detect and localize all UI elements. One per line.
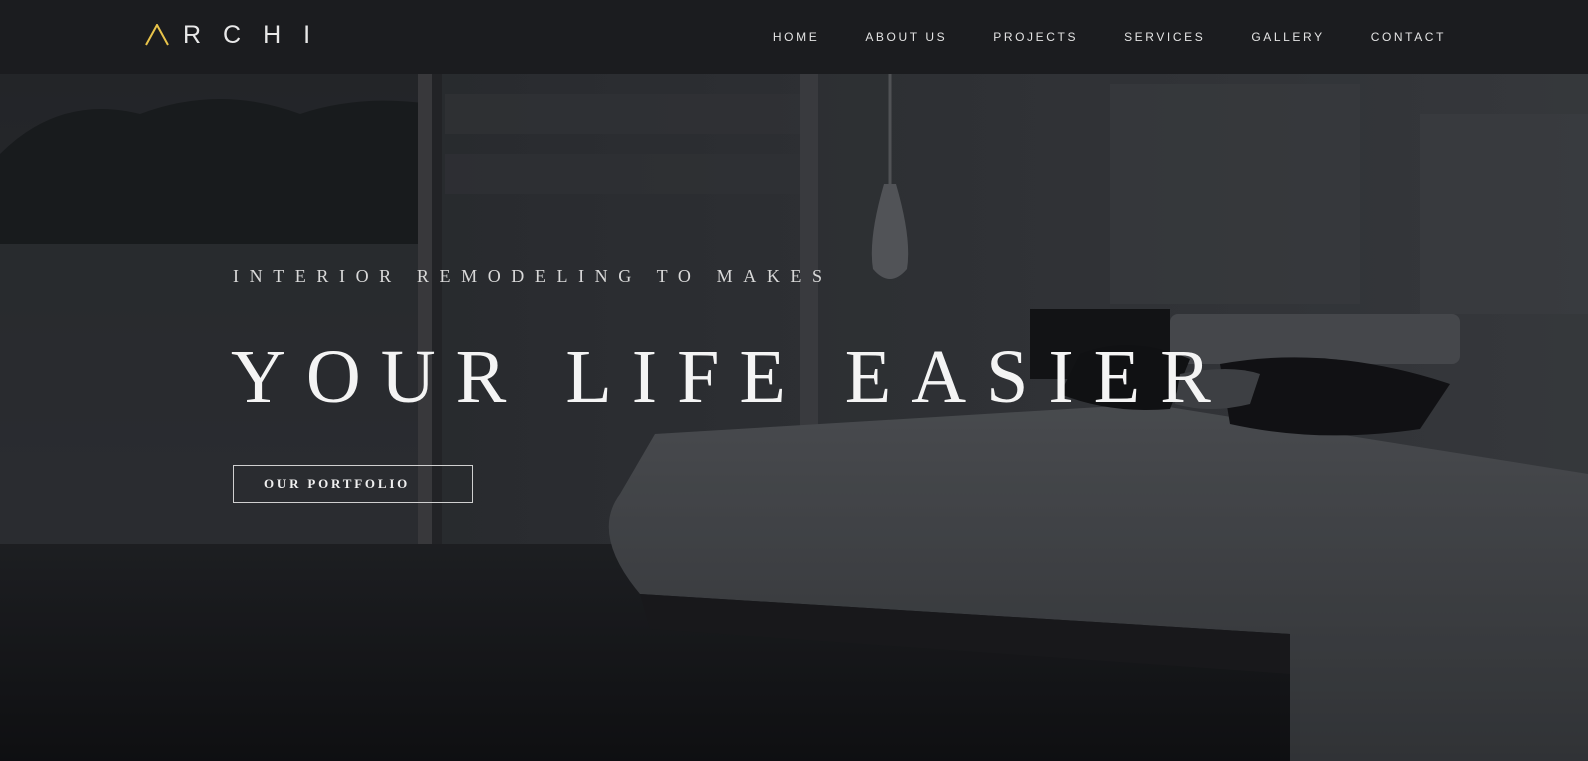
nav-services[interactable]: SERVICES [1124, 30, 1205, 44]
main-nav: HOME ABOUT US PROJECTS SERVICES GALLERY … [727, 0, 1446, 74]
hero-subtitle: INTERIOR REMODELING TO MAKES [233, 266, 833, 286]
nav-home[interactable]: HOME [773, 30, 819, 44]
logo-text: RCHI [183, 21, 333, 49]
top-navbar: RCHI HOME ABOUT US PROJECTS SERVICES GAL… [0, 0, 1588, 74]
logo-a-mark-icon [145, 24, 169, 46]
hero-title: YOUR LIFE EASIER [231, 335, 1231, 419]
site-logo[interactable]: RCHI [145, 22, 332, 48]
nav-projects[interactable]: PROJECTS [993, 30, 1078, 44]
nav-gallery[interactable]: GALLERY [1251, 30, 1324, 44]
our-portfolio-button[interactable]: OUR PORTFOLIO [233, 465, 473, 503]
hero-section: INTERIOR REMODELING TO MAKES YOUR LIFE E… [0, 74, 1588, 761]
nav-contact[interactable]: CONTACT [1371, 30, 1446, 44]
nav-about-us[interactable]: ABOUT US [865, 30, 947, 44]
